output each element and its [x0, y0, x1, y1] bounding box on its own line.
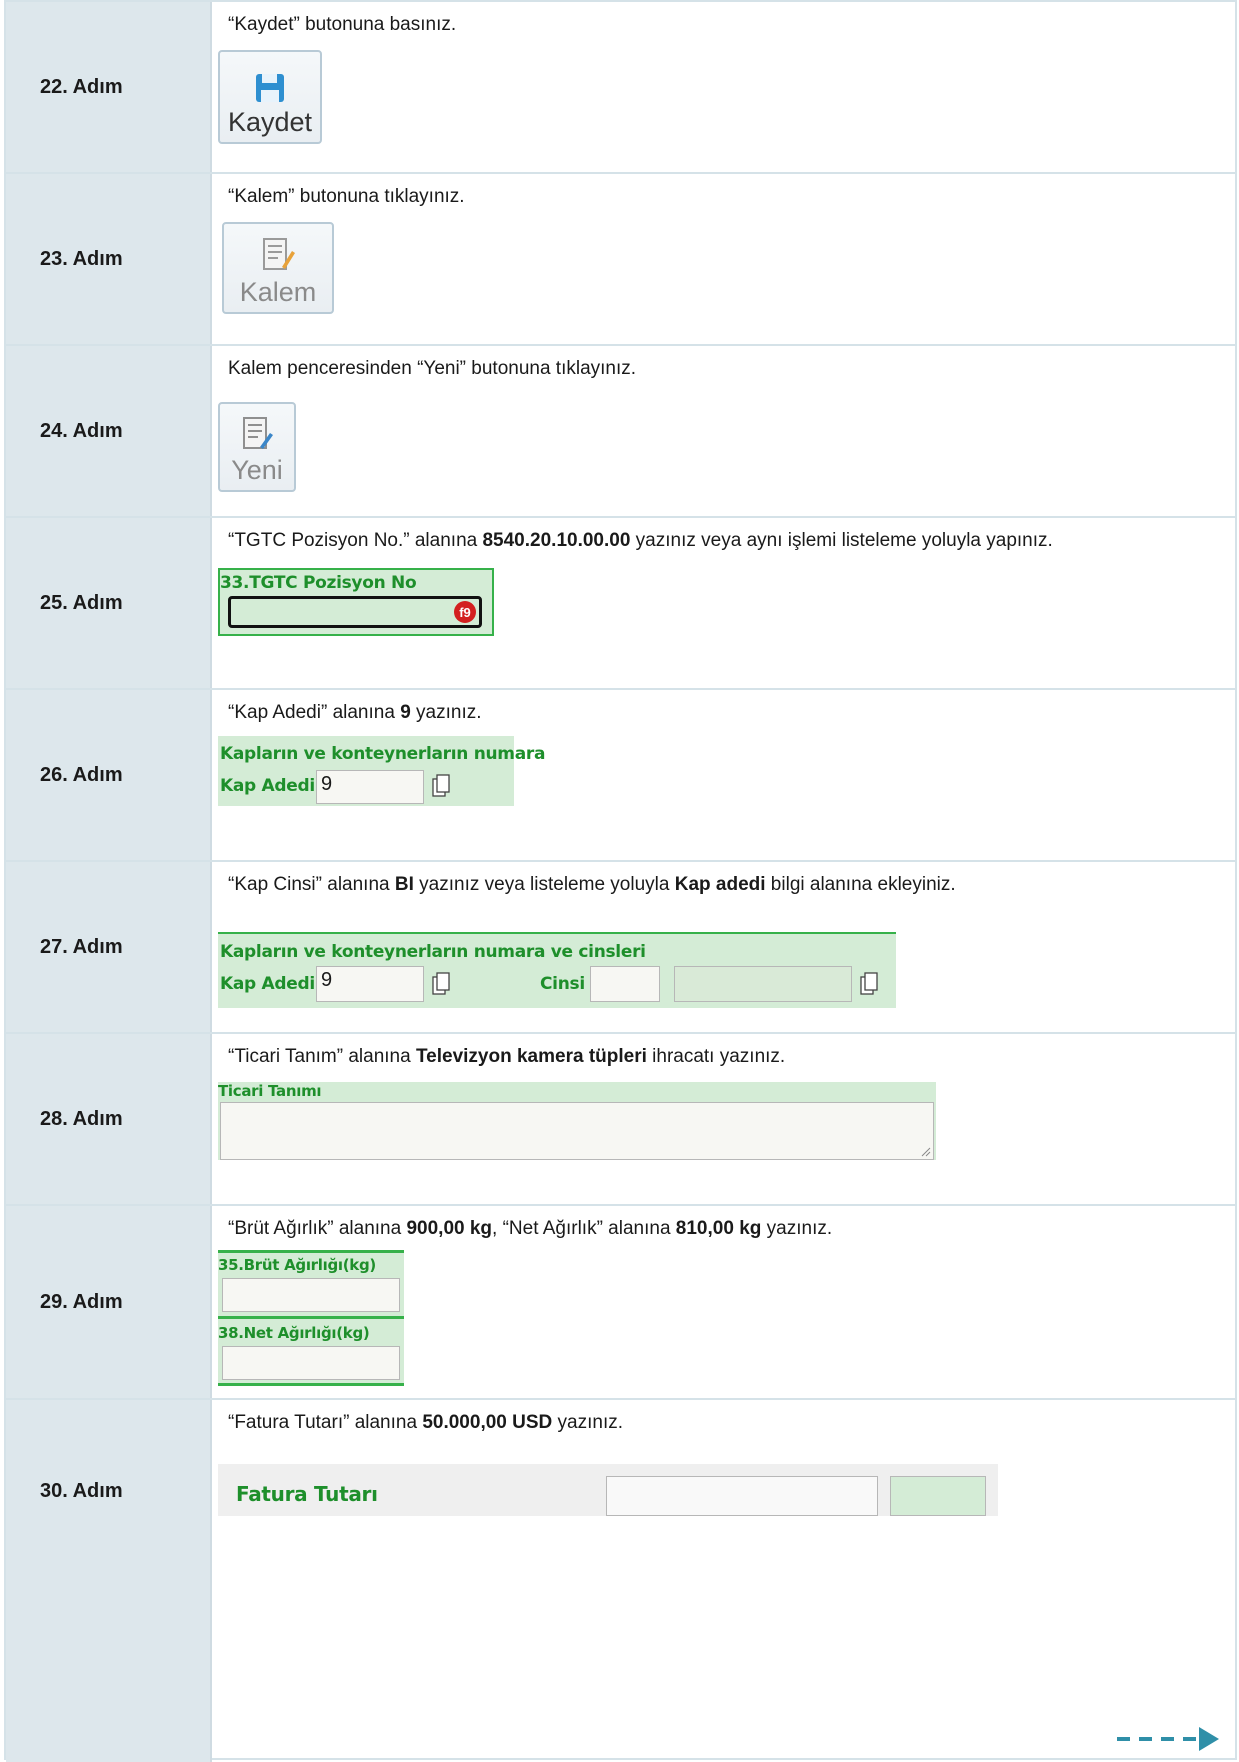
- kap-adedi-input[interactable]: 9: [316, 770, 424, 804]
- kap-cinsi-panel: Kapların ve konteynerların numara ve cin…: [218, 932, 896, 1008]
- step-label: 23. Adım: [6, 174, 212, 344]
- copy-icon[interactable]: [432, 972, 450, 996]
- copy-icon[interactable]: [432, 774, 450, 798]
- brut-label: 35.Brüt Ağırlığı(kg): [218, 1256, 376, 1274]
- copy-icon[interactable]: [860, 972, 878, 996]
- kap-adedi-input[interactable]: 9: [316, 966, 424, 1002]
- yeni-label: Yeni: [231, 455, 283, 485]
- step-instruction: “Ticari Tanım” alanına Televizyon kamera…: [228, 1046, 786, 1067]
- step-row-27: 27. Adım “Kap Cinsi” alanına BI yazınız …: [6, 862, 1235, 1034]
- f9-badge[interactable]: f9: [454, 601, 476, 623]
- step-content: “Ticari Tanım” alanına Televizyon kamera…: [212, 1034, 1235, 1204]
- step-label: 22. Adım: [6, 2, 212, 172]
- kap-header: Kapların ve konteynerların numara ve cin…: [220, 942, 646, 962]
- kaydet-button[interactable]: Kaydet: [218, 50, 322, 144]
- currency-input[interactable]: [890, 1476, 986, 1516]
- ticari-textarea[interactable]: [220, 1102, 934, 1160]
- steps-table: 22. Adım “Kaydet” butonuna basınız. Kayd…: [4, 0, 1237, 1762]
- fatura-input[interactable]: [606, 1476, 878, 1516]
- new-document-icon: [243, 417, 273, 449]
- kaydet-label: Kaydet: [227, 107, 313, 137]
- step-row-25: 25. Adım “TGTC Pozisyon No.” alanına 854…: [6, 518, 1235, 690]
- step-label: 26. Adım: [6, 690, 212, 860]
- step-label: 24. Adım: [6, 346, 212, 516]
- step-content: “Fatura Tutarı” alanına 50.000,00 USD ya…: [212, 1400, 1235, 1762]
- kap-adedi-label: Kap Adedi: [220, 776, 315, 796]
- step-instruction: “TGTC Pozisyon No.” alanına 8540.20.10.0…: [228, 530, 1053, 551]
- dashed-arrow-right-icon: [1117, 1727, 1219, 1751]
- cinsi-code-input[interactable]: [590, 966, 660, 1002]
- step-instruction: “Kaydet” butonuna basınız.: [228, 14, 457, 35]
- step-content: “Brüt Ağırlık” alanına 900,00 kg, “Net A…: [212, 1206, 1235, 1398]
- step-label: 25. Adım: [6, 518, 212, 688]
- fatura-panel: Fatura Tutarı: [218, 1464, 998, 1516]
- tgtc-input[interactable]: [228, 596, 482, 628]
- step-instruction: Kalem penceresinden “Yeni” butonuna tıkl…: [228, 358, 637, 379]
- step-content: “Kap Cinsi” alanına BI yazınız veya list…: [212, 862, 1235, 1032]
- ticari-panel: Ticari Tanımı: [218, 1082, 936, 1160]
- tgtc-panel: 33.TGTC Pozisyon No f9: [218, 568, 494, 636]
- step-row-26: 26. Adım “Kap Adedi” alanına 9 yazınız. …: [6, 690, 1235, 862]
- cinsi-label: Cinsi: [540, 974, 585, 994]
- step-row-22: 22. Adım “Kaydet” butonuna basınız. Kayd…: [6, 2, 1235, 174]
- save-icon: [256, 74, 284, 102]
- step-content: “Kap Adedi” alanına 9 yazınız. Kapların …: [212, 690, 1235, 860]
- step-label: 29. Adım: [6, 1206, 212, 1398]
- divider: [218, 1383, 404, 1386]
- yeni-button[interactable]: Yeni: [218, 402, 296, 492]
- step-label: 27. Adım: [6, 862, 212, 1032]
- step-content: “Kaydet” butonuna basınız. Kaydet: [212, 2, 1235, 172]
- step-instruction: “Kalem” butonuna tıklayınız.: [228, 186, 465, 207]
- cinsi-desc-input: [674, 966, 852, 1002]
- step-instruction: “Kap Adedi” alanına 9 yazınız.: [228, 702, 482, 723]
- kap-adedi-label: Kap Adedi: [220, 974, 315, 994]
- step-instruction: “Kap Cinsi” alanına BI yazınız veya list…: [228, 874, 956, 895]
- step-content: Kalem penceresinden “Yeni” butonuna tıkl…: [212, 346, 1235, 516]
- document-edit-icon: [263, 238, 295, 270]
- step-content: “Kalem” butonuna tıklayınız. Kalem: [212, 174, 1235, 344]
- kap-header: Kapların ve konteynerların numara: [220, 744, 546, 764]
- kap-panel: Kapların ve konteynerların numara Kap Ad…: [218, 736, 545, 806]
- divider: [218, 1250, 404, 1253]
- tgtc-label: 33.TGTC Pozisyon No: [220, 573, 417, 593]
- step-label: 28. Adım: [6, 1034, 212, 1204]
- net-input[interactable]: [222, 1346, 400, 1380]
- agirlik-panel: 35.Brüt Ağırlığı(kg) 38.Net Ağırlığı(kg): [218, 1250, 404, 1386]
- fatura-label: Fatura Tutarı: [236, 1482, 378, 1506]
- kalem-label: Kalem: [239, 277, 317, 307]
- step-label: 30. Adım: [6, 1400, 212, 1762]
- divider: [218, 1316, 404, 1319]
- step-instruction: “Brüt Ağırlık” alanına 900,00 kg, “Net A…: [228, 1218, 833, 1239]
- step-content: “TGTC Pozisyon No.” alanına 8540.20.10.0…: [212, 518, 1235, 688]
- net-label: 38.Net Ağırlığı(kg): [218, 1324, 370, 1342]
- step-row-30: 30. Adım “Fatura Tutarı” alanına 50.000,…: [6, 1400, 1235, 1762]
- step-row-29: 29. Adım “Brüt Ağırlık” alanına 900,00 k…: [6, 1206, 1235, 1400]
- brut-input[interactable]: [222, 1278, 400, 1312]
- step-row-23: 23. Adım “Kalem” butonuna tıklayınız. Ka…: [6, 174, 1235, 346]
- step-row-28: 28. Adım “Ticari Tanım” alanına Televizy…: [6, 1034, 1235, 1206]
- resize-handle-icon[interactable]: [919, 1145, 931, 1157]
- kalem-button[interactable]: Kalem: [222, 222, 334, 314]
- step-row-24: 24. Adım Kalem penceresinden “Yeni” buto…: [6, 346, 1235, 518]
- ticari-label: Ticari Tanımı: [218, 1082, 322, 1100]
- step-instruction: “Fatura Tutarı” alanına 50.000,00 USD ya…: [228, 1412, 623, 1433]
